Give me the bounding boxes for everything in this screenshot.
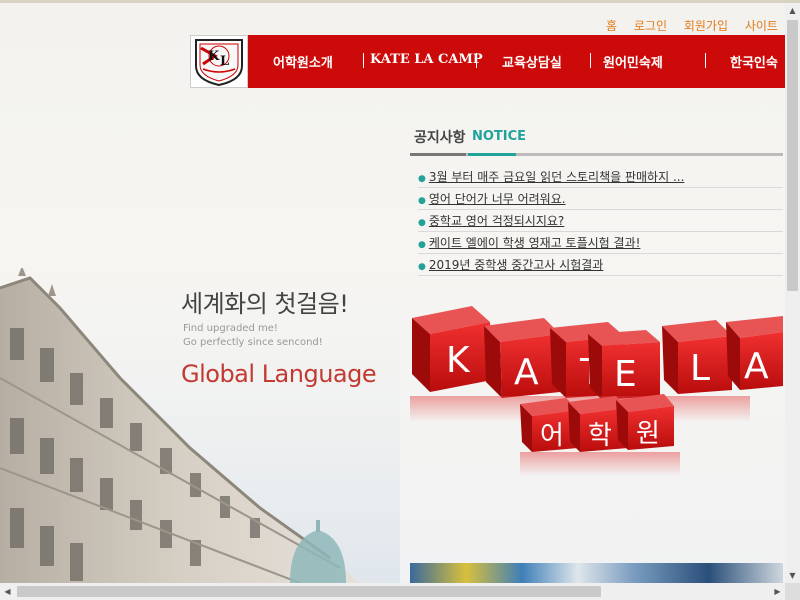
- nav-item-native[interactable]: 원어민숙제: [603, 52, 663, 71]
- notice-title-ko[interactable]: 공지사항: [414, 127, 466, 147]
- cube-letter-won: 원: [636, 419, 660, 449]
- list-item: ● 2019년 중학생 중간고사 시험결과: [418, 255, 783, 276]
- cube-letter-eo: 어: [540, 421, 564, 451]
- bullet-icon: ●: [418, 262, 426, 272]
- scroll-up-icon[interactable]: ▲: [785, 3, 800, 18]
- bullet-icon: ●: [418, 196, 426, 206]
- svg-text:K: K: [208, 49, 220, 64]
- cube-e: E: [588, 330, 660, 400]
- cube-letter-a: A: [514, 352, 539, 393]
- nav-item-korean[interactable]: 한국인숙: [730, 52, 778, 71]
- list-item: ● 3월 부터 매주 금요일 읽던 스토리책을 판매하지 ...: [418, 167, 783, 188]
- scroll-right-icon[interactable]: ▶: [770, 583, 785, 600]
- horizontal-scrollbar[interactable]: ◀ ▶: [0, 583, 785, 600]
- notice-link[interactable]: 2019년 중학생 중간고사 시험결과: [429, 258, 603, 272]
- logo-emblem-icon: K L: [195, 39, 243, 87]
- cube-letter-e: E: [614, 354, 637, 395]
- top-links: 홈 로그인 회원가입 사이트: [606, 17, 791, 34]
- notice-list: ● 3월 부터 매주 금요일 읽던 스토리책을 판매하지 ... ● 영어 단어가 …: [418, 167, 783, 277]
- cube-letter-k: K: [446, 340, 471, 381]
- notice-title-en[interactable]: NOTICE: [472, 129, 526, 144]
- cube-letter-a2: A: [744, 346, 769, 387]
- cube-a2: A: [726, 316, 783, 390]
- cube-reflection: [520, 452, 680, 476]
- cube-l: L: [662, 320, 732, 394]
- notice-underline-dark: [410, 153, 466, 156]
- nav-separator: [705, 53, 706, 68]
- list-item: ● 중학교 영어 걱정되시지요?: [418, 211, 783, 232]
- cube-won: 원: [616, 394, 674, 450]
- vertical-scrollbar[interactable]: ▲ ▼: [785, 3, 800, 583]
- main-nav: 어학원소개 KATE LA CAMP 교육상담실 원어민숙제 한국인숙: [248, 35, 785, 88]
- hero-sub-line-1: Find upgraded me!: [183, 323, 278, 334]
- bullet-icon: ●: [418, 174, 426, 184]
- kate-la-banner[interactable]: K A T E L A 어 학: [410, 300, 783, 480]
- vertical-scroll-thumb[interactable]: [787, 20, 798, 291]
- bullet-icon: ●: [418, 240, 426, 250]
- signup-link[interactable]: 회원가입: [684, 19, 728, 33]
- nav-item-about[interactable]: 어학원소개: [273, 52, 333, 71]
- notice-link[interactable]: 3월 부터 매주 금요일 읽던 스토리책을 판매하지 ...: [429, 170, 685, 184]
- cube-letter-l: L: [690, 348, 710, 389]
- notice-header: 공지사항 NOTICE: [410, 124, 783, 158]
- sitemap-link[interactable]: 사이트: [745, 19, 778, 33]
- hero-global-language: Global Language: [181, 360, 377, 388]
- nav-separator: [590, 53, 591, 68]
- scrollbar-corner: [785, 583, 800, 600]
- scroll-down-icon[interactable]: ▼: [785, 568, 800, 583]
- hero-subtitle: Find upgraded me! Go perfectly since sen…: [183, 322, 323, 350]
- cube-letter-hak: 학: [588, 421, 612, 451]
- nav-item-counsel[interactable]: 교육상담실: [502, 52, 562, 71]
- horizontal-scroll-thumb[interactable]: [17, 586, 601, 597]
- bullet-icon: ●: [418, 218, 426, 228]
- svg-text:L: L: [220, 54, 229, 69]
- hero-title: 세계화의 첫걸음!: [181, 290, 349, 318]
- list-item: ● 케이트 엘에이 학생 영재고 토플시험 결과!: [418, 233, 783, 254]
- home-link[interactable]: 홈: [606, 19, 617, 33]
- nav-item-camp[interactable]: KATE LA CAMP: [370, 52, 483, 67]
- cube-a: A: [484, 318, 560, 398]
- nav-separator: [476, 53, 477, 68]
- logo[interactable]: K L: [190, 35, 248, 88]
- notice-underline-teal: [468, 153, 516, 156]
- notice-link[interactable]: 중학교 영어 걱정되시지요?: [429, 214, 564, 228]
- hero-sub-line-2: Go perfectly since sencond!: [183, 337, 323, 348]
- nav-separator: [363, 53, 364, 68]
- notice-link[interactable]: 케이트 엘에이 학생 영재고 토플시험 결과!: [429, 236, 641, 250]
- list-item: ● 영어 단어가 너무 어려워요.: [418, 189, 783, 210]
- scroll-left-icon[interactable]: ◀: [0, 583, 15, 600]
- cube-k: K: [412, 306, 492, 392]
- photo-strip[interactable]: [410, 563, 783, 583]
- login-link[interactable]: 로그인: [634, 19, 667, 33]
- notice-link[interactable]: 영어 단어가 너무 어려워요.: [429, 192, 566, 206]
